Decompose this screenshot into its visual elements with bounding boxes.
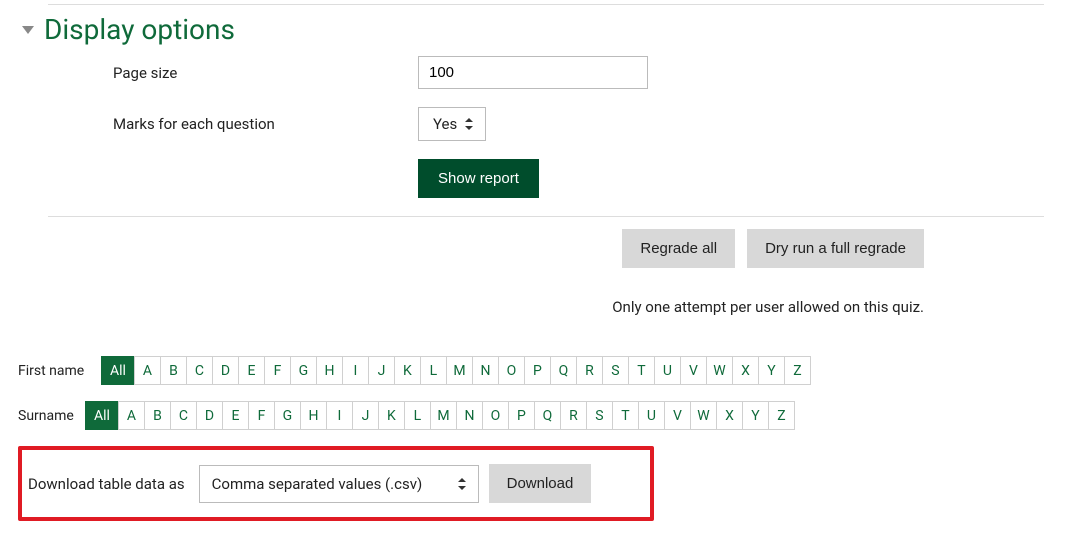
marks-each-question-label: Marks for each question	[18, 115, 418, 133]
first_name-filter-letter[interactable]: B	[160, 356, 187, 385]
first_name-filter-letter[interactable]: U	[654, 356, 681, 385]
surname-filter-letter[interactable]: T	[612, 401, 639, 430]
first_name-filter-letter[interactable]: N	[472, 356, 499, 385]
surname-filter-letter[interactable]: M	[430, 401, 457, 430]
first_name-filter-letter[interactable]: A	[134, 356, 161, 385]
first-name-filter-row: First name AllABCDEFGHIJKLMNOPQRSTUVWXYZ	[18, 356, 1074, 385]
first_name-filter-letter[interactable]: R	[576, 356, 603, 385]
download-button[interactable]: Download	[489, 464, 592, 503]
dry-run-regrade-button[interactable]: Dry run a full regrade	[747, 229, 924, 268]
first_name-filter-letter[interactable]: M	[446, 356, 473, 385]
show-report-button[interactable]: Show report	[418, 159, 539, 198]
page-size-input[interactable]	[418, 56, 648, 89]
surname-filter-label: Surname	[18, 408, 80, 424]
surname-filter-letter[interactable]: I	[326, 401, 353, 430]
marks-each-question-select[interactable]: Yes	[418, 107, 486, 141]
first_name-filter-letter[interactable]: J	[368, 356, 395, 385]
first_name-filter-letter[interactable]: E	[238, 356, 265, 385]
sort-caret-icon	[465, 118, 473, 130]
page-size-label: Page size	[18, 64, 418, 82]
surname-filter-letter[interactable]: S	[586, 401, 613, 430]
first_name-filter-letter[interactable]: V	[680, 356, 707, 385]
surname-filter-letter[interactable]: X	[716, 401, 743, 430]
first_name-filter-all[interactable]: All	[101, 356, 135, 385]
first_name-filter-letter[interactable]: Q	[550, 356, 577, 385]
first_name-filter-letter[interactable]: X	[732, 356, 759, 385]
surname-filter-letter[interactable]: D	[196, 401, 223, 430]
surname-filter-letter[interactable]: E	[222, 401, 249, 430]
surname-filter-letter[interactable]: A	[118, 401, 145, 430]
surname-filter-letter[interactable]: R	[560, 401, 587, 430]
download-label: Download table data as	[28, 475, 185, 493]
first_name-filter-letter[interactable]: D	[212, 356, 239, 385]
surname-filter-letter[interactable]: B	[144, 401, 171, 430]
surname-filter-letter[interactable]: N	[456, 401, 483, 430]
surname-filter-letter[interactable]: L	[404, 401, 431, 430]
first-name-filter-label: First name	[18, 363, 96, 379]
surname-filter-letter[interactable]: V	[664, 401, 691, 430]
first_name-filter-letter[interactable]: H	[316, 356, 343, 385]
surname-filter-letter[interactable]: J	[352, 401, 379, 430]
attempt-info-text: Only one attempt per user allowed on thi…	[18, 298, 1074, 316]
surname-filter-all[interactable]: All	[85, 401, 119, 430]
download-format-value: Comma separated values (.csv)	[212, 475, 423, 493]
first_name-filter-letter[interactable]: W	[706, 356, 733, 385]
section-divider-below-form	[48, 216, 1044, 217]
first_name-filter-letter[interactable]: P	[524, 356, 551, 385]
display-options-header[interactable]: Display options	[22, 13, 1074, 46]
surname-filter-letter[interactable]: H	[300, 401, 327, 430]
collapse-caret-icon	[22, 26, 34, 34]
surname-filter-letter[interactable]: P	[508, 401, 535, 430]
surname-filter-letter[interactable]: Q	[534, 401, 561, 430]
surname-filter-letter[interactable]: Y	[742, 401, 769, 430]
surname-filter-letter[interactable]: U	[638, 401, 665, 430]
surname-filter-letter[interactable]: K	[378, 401, 405, 430]
surname-filter-letter[interactable]: O	[482, 401, 509, 430]
first_name-filter-letter[interactable]: Y	[758, 356, 785, 385]
surname-filter-letter[interactable]: C	[170, 401, 197, 430]
section-title: Display options	[44, 13, 235, 46]
first-name-alpha-group: AllABCDEFGHIJKLMNOPQRSTUVWXYZ	[102, 356, 811, 385]
download-format-select[interactable]: Comma separated values (.csv)	[199, 465, 479, 503]
first_name-filter-letter[interactable]: L	[420, 356, 447, 385]
first_name-filter-letter[interactable]: G	[290, 356, 317, 385]
surname-alpha-group: AllABCDEFGHIJKLMNOPQRSTUVWXYZ	[86, 401, 795, 430]
surname-filter-letter[interactable]: G	[274, 401, 301, 430]
first_name-filter-letter[interactable]: F	[264, 356, 291, 385]
section-divider-top	[48, 4, 1044, 5]
first_name-filter-letter[interactable]: S	[602, 356, 629, 385]
surname-filter-row: Surname AllABCDEFGHIJKLMNOPQRSTUVWXYZ	[18, 401, 1074, 430]
regrade-all-button[interactable]: Regrade all	[622, 229, 735, 268]
download-highlight-box: Download table data as Comma separated v…	[18, 446, 654, 521]
surname-filter-letter[interactable]: Z	[768, 401, 795, 430]
first_name-filter-letter[interactable]: Z	[784, 356, 811, 385]
surname-filter-letter[interactable]: F	[248, 401, 275, 430]
marks-each-question-value: Yes	[433, 115, 457, 133]
sort-caret-icon	[458, 478, 466, 490]
first_name-filter-letter[interactable]: O	[498, 356, 525, 385]
first_name-filter-letter[interactable]: I	[342, 356, 369, 385]
surname-filter-letter[interactable]: W	[690, 401, 717, 430]
first_name-filter-letter[interactable]: K	[394, 356, 421, 385]
first_name-filter-letter[interactable]: T	[628, 356, 655, 385]
first_name-filter-letter[interactable]: C	[186, 356, 213, 385]
